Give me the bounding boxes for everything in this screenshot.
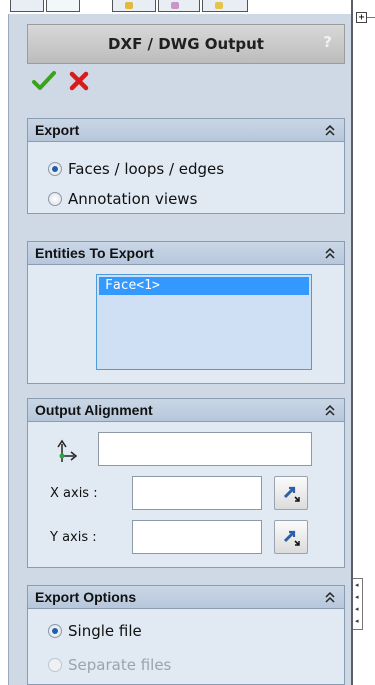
property-manager-header: DXF / DWG Output ?: [27, 24, 345, 64]
panel-collapse-handle[interactable]: ◂ ◂ ◂ ◂: [353, 578, 363, 630]
tab-featuremanager[interactable]: [10, 0, 44, 12]
y-axis-label: Y axis :: [50, 530, 97, 545]
origin-icon: [57, 439, 78, 462]
radio-button-disabled: [48, 658, 62, 672]
export-group-header[interactable]: Export: [28, 119, 344, 142]
collapse-icon[interactable]: [324, 590, 336, 604]
tab-propertymanager[interactable]: [46, 0, 80, 12]
cancel-button[interactable]: [68, 70, 90, 92]
export-group-title: Export: [35, 122, 80, 138]
tab-display-manager[interactable]: [202, 0, 248, 12]
radio-label: Single file: [68, 622, 142, 640]
tab-configurationmanager[interactable]: [112, 0, 156, 12]
help-icon[interactable]: ?: [323, 33, 332, 51]
radio-label: Separate files: [68, 656, 172, 674]
property-manager-tab-strip: [0, 0, 375, 14]
axis-arrows-icon: [283, 530, 300, 546]
x-axis-pick-button[interactable]: [274, 476, 308, 510]
origin-field[interactable]: [98, 432, 312, 466]
y-axis-field[interactable]: [132, 520, 262, 554]
entities-group-header[interactable]: Entities To Export: [28, 242, 344, 265]
list-item[interactable]: Face<1>: [99, 277, 309, 295]
export-options-group-header[interactable]: Export Options: [28, 586, 344, 609]
axis-arrows-icon: [283, 486, 300, 502]
radio-button-selected[interactable]: [48, 624, 62, 638]
x-icon: [69, 71, 89, 91]
display-icon: [215, 2, 223, 9]
check-icon: [32, 71, 56, 90]
list-item-label: Face<1>: [105, 278, 160, 293]
entities-group-title: Entities To Export: [35, 245, 154, 261]
tree-connector: [367, 17, 375, 18]
y-axis-pick-button[interactable]: [274, 520, 308, 554]
panel-left-border: [8, 14, 9, 685]
collapse-icon[interactable]: [324, 246, 336, 260]
radio-label: Faces / loops / edges: [68, 160, 225, 178]
tree-expand-icon[interactable]: +: [356, 12, 367, 23]
ok-button[interactable]: [32, 70, 56, 92]
output-alignment-group-title: Output Alignment: [35, 402, 153, 418]
collapse-icon[interactable]: [324, 123, 336, 137]
radio-button[interactable]: [48, 192, 62, 206]
export-options-group-title: Export Options: [35, 589, 137, 605]
radio-label: Annotation views: [68, 190, 198, 208]
x-axis-field[interactable]: [132, 476, 262, 510]
page-title: DXF / DWG Output: [108, 35, 264, 53]
collapse-icon[interactable]: [324, 403, 336, 417]
config-icon: [125, 2, 133, 9]
tab-dimxpert[interactable]: [158, 0, 200, 12]
x-axis-label: X axis :: [50, 486, 98, 501]
dimxpert-icon: [171, 2, 179, 9]
radio-button-selected[interactable]: [48, 162, 62, 176]
output-alignment-group-header[interactable]: Output Alignment: [28, 399, 344, 422]
entities-list[interactable]: Face<1>: [96, 274, 312, 370]
